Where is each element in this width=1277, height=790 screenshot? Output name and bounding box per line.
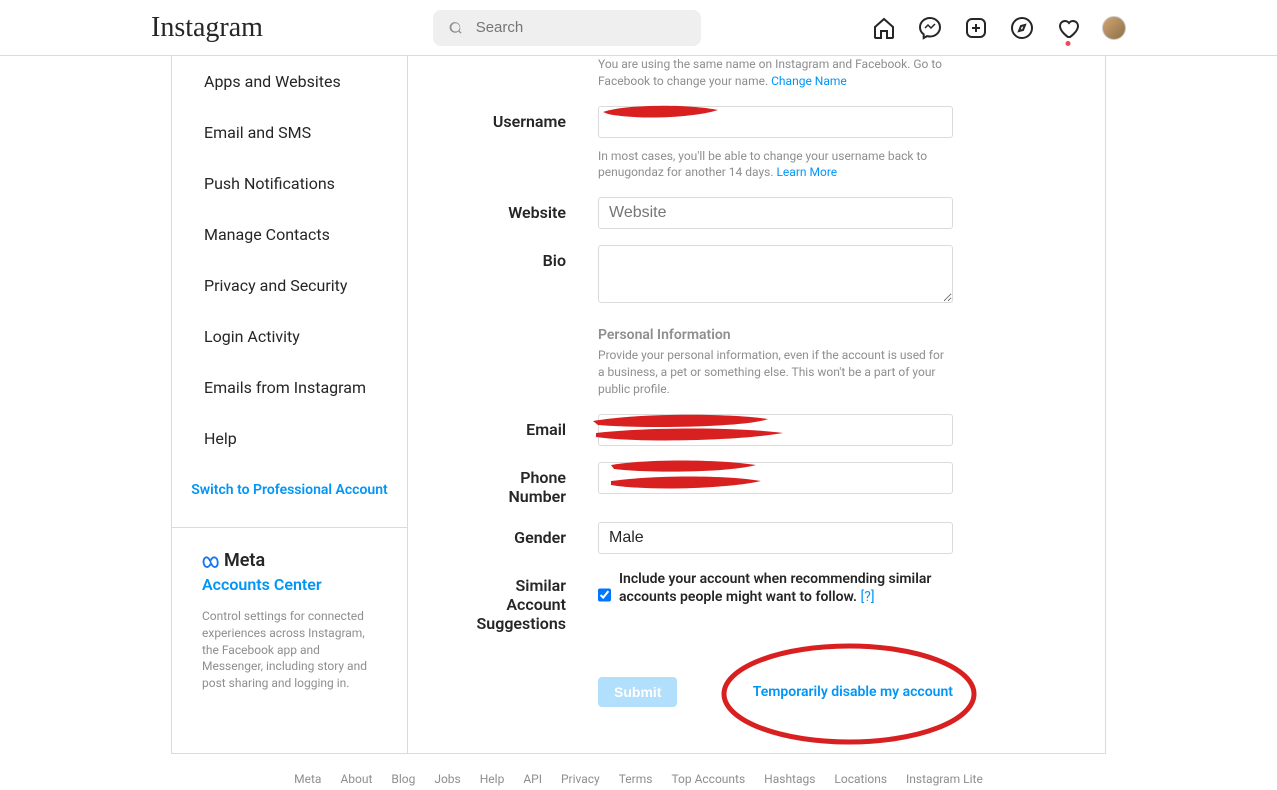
gender-label: Gender (468, 522, 598, 554)
footer-link[interactable]: Top Accounts (671, 772, 745, 786)
gender-input[interactable] (598, 522, 953, 554)
personal-info-desc: Provide your personal information, even … (598, 347, 953, 397)
search-icon (449, 20, 463, 36)
sidebar-item-apps[interactable]: Apps and Websites (172, 56, 407, 107)
submit-button[interactable]: Submit (598, 677, 677, 707)
accounts-center-link[interactable]: Accounts Center (202, 575, 377, 594)
search-input[interactable] (476, 19, 686, 36)
main-form: You are using the same name on Instagram… (408, 56, 1105, 753)
sidebar-item-email-sms[interactable]: Email and SMS (172, 107, 407, 158)
change-name-link[interactable]: Change Name (771, 74, 847, 88)
sidebar: Apps and Websites Email and SMS Push Not… (172, 56, 408, 753)
footer-link[interactable]: Terms (619, 772, 653, 786)
footer-link[interactable]: Blog (391, 772, 415, 786)
website-label: Website (468, 197, 598, 229)
footer-link[interactable]: About (340, 772, 372, 786)
activity-icon[interactable] (1056, 16, 1080, 40)
meta-box: Meta Accounts Center Control settings fo… (172, 527, 407, 714)
footer-link[interactable]: Locations (834, 772, 887, 786)
meta-icon (202, 552, 220, 570)
sidebar-item-emails[interactable]: Emails from Instagram (172, 362, 407, 413)
sidebar-item-login[interactable]: Login Activity (172, 311, 407, 362)
similar-help-link[interactable]: [?] (861, 589, 875, 605)
personal-info-header: Personal Information (598, 327, 953, 343)
switch-professional-link[interactable]: Switch to Professional Account (172, 464, 407, 517)
instagram-logo[interactable]: Instagram (151, 12, 263, 44)
disable-account-link[interactable]: Temporarily disable my account (753, 684, 953, 700)
avatar[interactable] (1102, 16, 1126, 40)
sidebar-item-privacy[interactable]: Privacy and Security (172, 260, 407, 311)
header: Instagram (0, 0, 1277, 56)
bio-input[interactable] (598, 245, 953, 303)
new-post-icon[interactable] (964, 16, 988, 40)
search-box[interactable] (433, 10, 701, 46)
email-label: Email (468, 414, 598, 446)
footer-link[interactable]: Hashtags (764, 772, 815, 786)
phone-input[interactable] (598, 462, 953, 494)
footer: Meta About Blog Jobs Help API Privacy Te… (0, 754, 1277, 786)
similar-checkbox-label: Include your account when recommending s… (619, 571, 931, 605)
footer-link[interactable]: Privacy (561, 772, 600, 786)
footer-link[interactable]: Instagram Lite (906, 772, 983, 786)
sidebar-item-contacts[interactable]: Manage Contacts (172, 209, 407, 260)
footer-link[interactable]: Jobs (434, 772, 460, 786)
explore-icon[interactable] (1010, 16, 1034, 40)
footer-link[interactable]: Help (480, 772, 505, 786)
username-label: Username (468, 106, 598, 182)
settings-container: Apps and Websites Email and SMS Push Not… (171, 56, 1106, 754)
notification-dot-icon (1066, 41, 1071, 46)
sidebar-item-help[interactable]: Help (172, 413, 407, 464)
phone-label: Phone Number (468, 462, 598, 506)
similar-label-2: Suggestions (477, 614, 566, 633)
bio-label: Bio (468, 245, 598, 307)
sidebar-item-push[interactable]: Push Notifications (172, 158, 407, 209)
home-icon[interactable] (872, 16, 896, 40)
website-input[interactable] (598, 197, 953, 229)
footer-link[interactable]: Meta (294, 772, 321, 786)
similar-checkbox[interactable] (598, 588, 611, 602)
meta-description: Control settings for connected experienc… (202, 608, 377, 692)
similar-label: Similar Account (506, 576, 566, 614)
messenger-icon[interactable] (918, 16, 942, 40)
name-helper-text: You are using the same name on Instagram… (598, 57, 942, 88)
footer-link[interactable]: API (523, 772, 542, 786)
learn-more-link[interactable]: Learn More (776, 165, 837, 179)
username-input[interactable] (598, 106, 953, 138)
email-input[interactable] (598, 414, 953, 446)
meta-logo: Meta (202, 550, 377, 571)
username-helper-text: In most cases, you'll be able to change … (598, 149, 927, 180)
